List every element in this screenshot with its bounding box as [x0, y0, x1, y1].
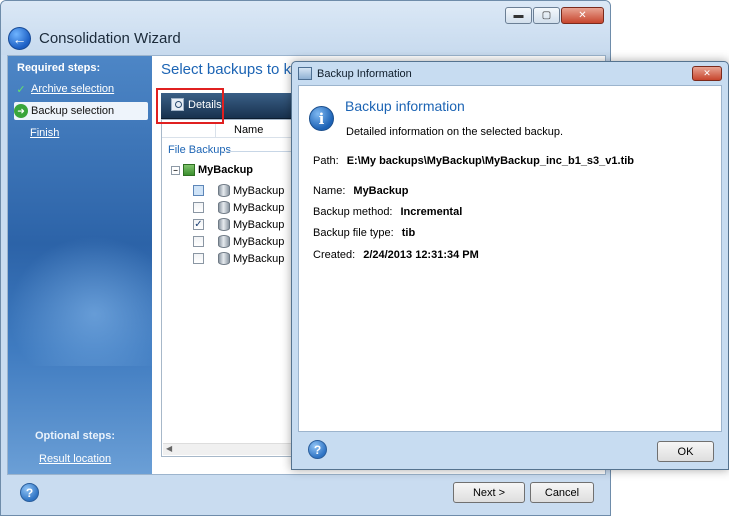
list-item[interactable]: ✓ MyBackup — [193, 216, 284, 233]
ok-button[interactable]: OK — [657, 441, 714, 462]
backup-info-window-icon — [298, 67, 312, 80]
window-controls: ▬ ▢ ✕ — [505, 7, 604, 24]
list-item[interactable]: MyBackup — [193, 199, 284, 216]
back-arrow-icon[interactable]: ← — [8, 27, 31, 50]
backup-information-dialog: Backup Information ✕ i Backup informatio… — [291, 61, 729, 470]
checkbox[interactable]: ✓ — [193, 219, 204, 230]
optional-steps-header: Optional steps: — [35, 430, 116, 442]
details-label: Details — [188, 98, 222, 111]
field-label: Path: — [313, 155, 339, 167]
column-name-header[interactable]: Name — [234, 124, 263, 136]
step-result-location[interactable]: Result location — [39, 453, 111, 465]
field-label: Backup method: — [313, 206, 393, 218]
magnifier-icon — [171, 98, 184, 111]
dialog-footer: ? OK — [292, 432, 728, 470]
backup-disk-icon — [218, 201, 230, 214]
field-backup-method: Backup method: Incremental — [313, 206, 462, 218]
field-value: MyBackup — [353, 185, 409, 197]
field-backup-file-type: Backup file type: tib — [313, 227, 415, 239]
field-created: Created: 2/24/2013 12:31:34 PM — [313, 249, 479, 261]
page-title: Select backups to ke — [161, 61, 300, 78]
step-archive-selection[interactable]: ✓ Archive selection — [14, 80, 148, 98]
step-label: Backup selection — [31, 105, 115, 117]
field-value: E:\My backups\MyBackup\MyBackup_inc_b1_s… — [346, 155, 635, 167]
field-value: Incremental — [400, 206, 463, 218]
scroll-left-icon[interactable]: ◀ — [166, 444, 172, 453]
arrow-right-icon: ➜ — [14, 104, 28, 118]
field-label: Backup file type: — [313, 227, 394, 239]
backup-name: MyBackup — [233, 201, 285, 214]
field-label: Name: — [313, 185, 346, 197]
dialog-help-icon[interactable]: ? — [308, 440, 327, 459]
dialog-body: i Backup information Detailed informatio… — [298, 85, 722, 432]
required-steps-header: Required steps: — [17, 62, 101, 74]
dialog-heading: Backup information — [345, 98, 465, 114]
backup-disk-icon — [218, 218, 230, 231]
field-path: Path: E:\My backups\MyBackup\MyBackup_inc… — [313, 155, 634, 167]
checkmark-icon: ✓ — [16, 83, 26, 96]
step-label: Finish — [30, 127, 60, 139]
tree-root-label: MyBackup — [198, 164, 254, 176]
checkbox[interactable] — [193, 202, 204, 213]
step-label: Archive selection — [31, 83, 115, 95]
dialog-caption-bar: Backup Information ✕ — [292, 62, 728, 85]
backup-name: MyBackup — [233, 184, 285, 197]
steps-sidebar: Required steps: ✓ Archive selection ➜ Ba… — [8, 56, 152, 474]
help-icon[interactable]: ? — [20, 483, 39, 502]
maximize-button[interactable]: ▢ — [533, 7, 560, 24]
close-button[interactable]: ✕ — [561, 7, 604, 24]
checkbox[interactable] — [193, 236, 204, 247]
backup-disk-icon — [218, 252, 230, 265]
backup-disk-icon — [218, 184, 230, 197]
backup-name: MyBackup — [233, 252, 285, 265]
step-backup-selection[interactable]: ➜ Backup selection — [14, 102, 148, 120]
field-value: tib — [401, 227, 416, 239]
dialog-subheading: Detailed information on the selected bac… — [346, 126, 564, 138]
checkbox[interactable] — [193, 185, 204, 196]
details-button[interactable]: Details — [171, 98, 222, 111]
backup-name: MyBackup — [233, 218, 285, 231]
backup-name: MyBackup — [233, 235, 285, 248]
column-checkbox-header[interactable] — [166, 123, 216, 138]
info-icon: i — [309, 106, 334, 131]
field-value: 2/24/2013 12:31:34 PM — [363, 249, 479, 261]
step-finish[interactable]: Finish — [30, 124, 164, 142]
sidebar-decoration — [8, 236, 152, 366]
archive-icon — [183, 164, 195, 176]
tree-root-mybackup[interactable]: − MyBackup — [171, 164, 253, 176]
dialog-title: Backup Information — [317, 68, 412, 80]
dialog-close-button[interactable]: ✕ — [692, 66, 722, 81]
list-item[interactable]: MyBackup — [193, 233, 284, 250]
checkbox[interactable] — [193, 253, 204, 264]
list-item[interactable]: MyBackup — [193, 182, 284, 199]
next-button[interactable]: Next > — [453, 482, 525, 503]
list-item[interactable]: MyBackup — [193, 250, 284, 267]
wizard-title: Consolidation Wizard — [39, 30, 181, 47]
wizard-caption-bar: ▬ ▢ ✕ ← Consolidation Wizard — [1, 1, 610, 55]
collapse-icon[interactable]: − — [171, 165, 180, 175]
minimize-button[interactable]: ▬ — [505, 7, 532, 24]
field-label: Created: — [313, 249, 356, 261]
cancel-button[interactable]: Cancel — [530, 482, 594, 503]
field-name: Name: MyBackup — [313, 185, 408, 197]
horizontal-scrollbar[interactable]: ◀ — [163, 443, 293, 455]
group-label-file-backups: File Backups — [168, 144, 231, 156]
backup-disk-icon — [218, 235, 230, 248]
